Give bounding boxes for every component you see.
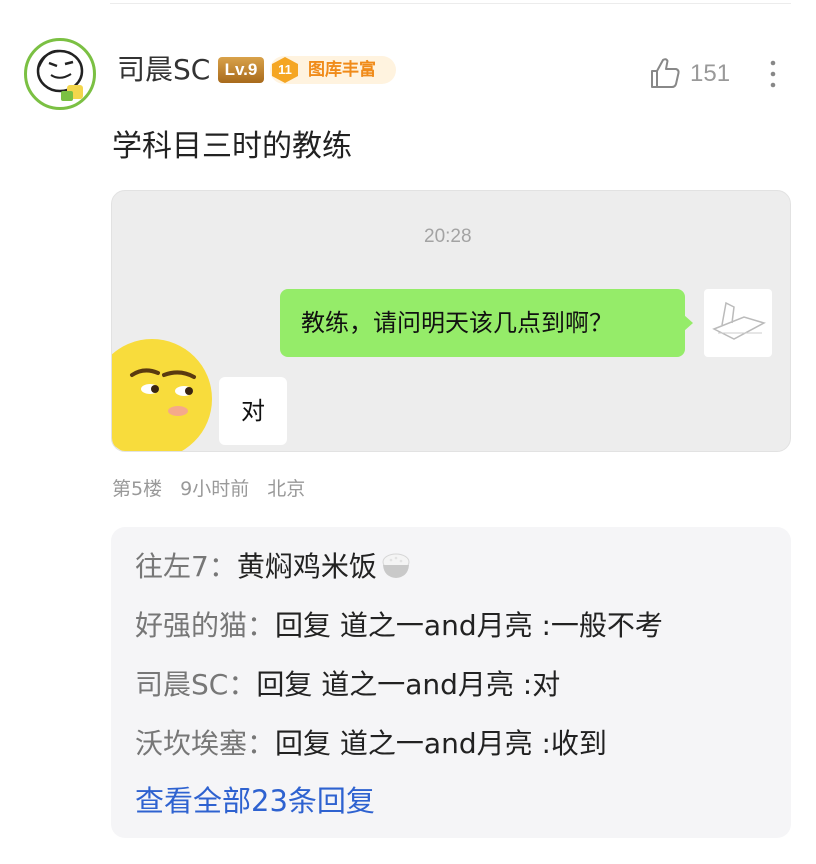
reply-text: 回复 道之一and月亮 :对 — [256, 668, 561, 701]
sketch-avatar-icon — [712, 301, 766, 340]
honor-badge-number: 11 — [278, 62, 292, 77]
reply-author[interactable]: 往左7： — [135, 550, 237, 583]
chat-bubble-received: 对 — [219, 377, 287, 445]
reply-item[interactable]: 好强的猫：回复 道之一and月亮 :一般不考 — [135, 606, 663, 646]
reply-item[interactable]: 司晨SC：回复 道之一and月亮 :对 — [135, 665, 560, 705]
reply-item[interactable]: 沃坎埃塞：回复 道之一and月亮 :收到 — [135, 724, 607, 764]
like-count[interactable]: 151 — [690, 58, 730, 90]
more-vertical-icon[interactable] — [760, 58, 786, 90]
level-badge: Lv.9 — [218, 57, 264, 83]
username[interactable]: 司晨SC — [117, 52, 210, 88]
reply-item[interactable]: 往左7：黄焖鸡米饭 — [135, 547, 413, 587]
reply-author[interactable]: 沃坎埃塞： — [135, 727, 275, 760]
reply-text: 回复 道之一and月亮 :收到 — [275, 727, 607, 760]
emoji-smirk-icon — [112, 339, 212, 451]
post-image[interactable]: 20:28 教练，请问明天该几点到啊？ 对 — [111, 190, 791, 452]
post-meta: 第5楼 9小时前 北京 — [112, 476, 317, 502]
avatar-cartoon-icon — [36, 49, 84, 101]
rice-bowl-icon — [382, 553, 410, 578]
chat-bubble-sent: 教练，请问明天该几点到啊？ — [280, 289, 685, 357]
post-time: 9小时前 — [180, 478, 250, 500]
user-avatar[interactable] — [24, 38, 96, 110]
reply-author[interactable]: 司晨SC： — [135, 668, 256, 701]
post-text: 学科目三时的教练 — [112, 129, 352, 164]
chat-timestamp: 20:28 — [424, 226, 472, 247]
chat-bubble-tail — [684, 315, 693, 331]
floor-number: 第5楼 — [112, 478, 163, 500]
replies-box[interactable]: 往左7：黄焖鸡米饭 好强的猫：回复 道之一and月亮 :一般不考 司晨SC：回复… — [111, 527, 791, 838]
reply-text: 回复 道之一and月亮 :一般不考 — [275, 609, 663, 642]
reply-author[interactable]: 好强的猫： — [135, 609, 275, 642]
thumbs-up-icon[interactable] — [648, 56, 682, 90]
honor-badge[interactable]: 11 图库丰富 — [270, 56, 396, 84]
top-divider — [110, 3, 791, 4]
view-all-replies-link[interactable]: 查看全部23条回复 — [135, 781, 375, 821]
post-location: 北京 — [267, 478, 306, 500]
reply-text: 黄焖鸡米饭 — [236, 550, 377, 583]
honor-badge-label: 图库丰富 — [308, 60, 376, 80]
chat-avatar-sender — [704, 289, 772, 357]
